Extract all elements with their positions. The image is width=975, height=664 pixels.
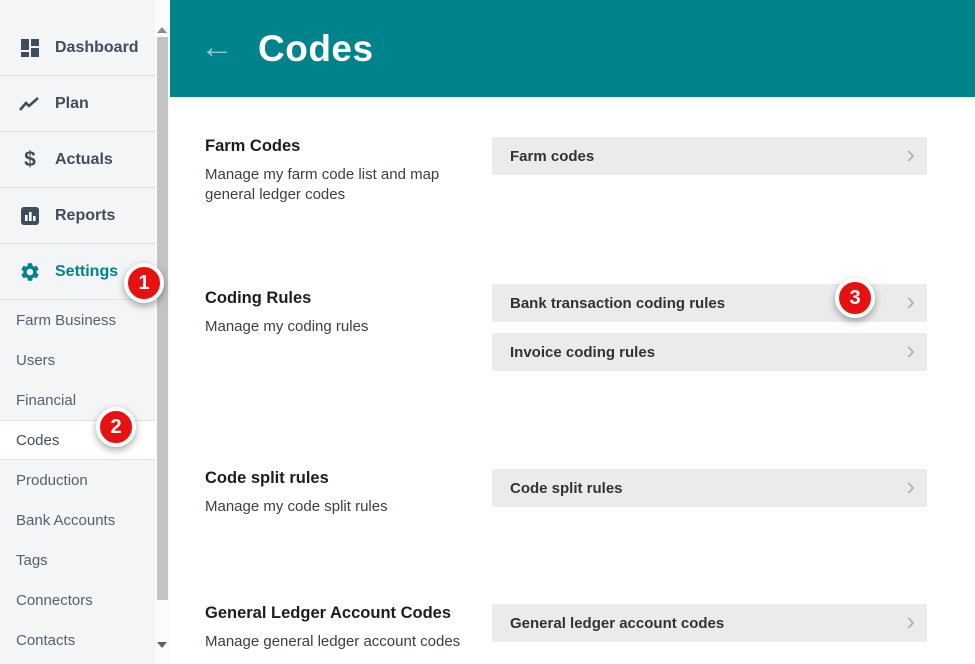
general-ledger-account-codes-button[interactable]: General ledger account codes › <box>492 604 927 642</box>
scrollbar-up-arrow-icon[interactable] <box>157 27 167 33</box>
section-description: Manage my farm code list and map general… <box>205 165 455 205</box>
section-description: Manage general ledger account codes <box>205 632 455 652</box>
section-code-split-rules: Code split rules Manage my code split ru… <box>205 469 455 517</box>
sidebar-item-label: Reports <box>55 207 115 225</box>
scrollbar-thumb[interactable] <box>157 37 168 600</box>
chevron-right-icon: › <box>906 608 915 634</box>
chevron-right-icon: › <box>906 473 915 499</box>
sidebar-item-bank-accounts[interactable]: Bank Accounts <box>0 500 155 540</box>
sidebar-item-tags[interactable]: Tags <box>0 540 155 580</box>
button-label: Invoice coding rules <box>510 344 906 361</box>
code-split-rules-button[interactable]: Code split rules › <box>492 469 927 507</box>
sidebar: Dashboard Plan $ Actuals Reports <box>0 0 155 664</box>
section-heading: Farm Codes <box>205 137 455 156</box>
sidebar-item-farm-business[interactable]: Farm Business <box>0 300 155 340</box>
invoice-coding-rules-button[interactable]: Invoice coding rules › <box>492 333 927 371</box>
page-title: Codes <box>258 28 374 70</box>
section-description: Manage my coding rules <box>205 317 455 337</box>
chevron-right-icon: › <box>906 337 915 363</box>
button-label: Farm codes <box>510 148 906 165</box>
back-arrow-icon[interactable]: ← <box>200 30 234 64</box>
sidebar-item-actuals[interactable]: $ Actuals <box>0 132 155 188</box>
step-badge-1: 1 <box>124 263 164 303</box>
sidebar-item-plan[interactable]: Plan <box>0 76 155 132</box>
settings-subnav: Farm Business Users Financial Codes Prod… <box>0 300 155 660</box>
gear-icon <box>18 261 42 283</box>
button-label: Code split rules <box>510 480 906 497</box>
dollar-icon: $ <box>18 148 42 172</box>
sidebar-scrollbar[interactable] <box>155 0 170 664</box>
step-badge-3: 3 <box>835 278 875 318</box>
sidebar-item-contacts[interactable]: Contacts <box>0 620 155 660</box>
line-chart-icon <box>18 96 42 112</box>
section-heading: General Ledger Account Codes <box>205 604 455 623</box>
step-badge-2: 2 <box>96 407 136 447</box>
sidebar-item-production[interactable]: Production <box>0 460 155 500</box>
sidebar-item-reports[interactable]: Reports <box>0 188 155 244</box>
dashboard-icon <box>18 38 42 58</box>
sidebar-item-connectors[interactable]: Connectors <box>0 580 155 620</box>
page-header: ← Codes <box>170 0 975 97</box>
section-heading: Coding Rules <box>205 289 455 308</box>
section-heading: Code split rules <box>205 469 455 488</box>
sidebar-item-dashboard[interactable]: Dashboard <box>0 20 155 76</box>
sidebar-item-label: Dashboard <box>55 39 139 57</box>
sidebar-item-label: Plan <box>55 95 89 113</box>
farm-codes-button[interactable]: Farm codes › <box>492 137 927 175</box>
section-coding-rules: Coding Rules Manage my coding rules <box>205 289 455 337</box>
bar-chart-icon <box>18 206 42 226</box>
sidebar-item-users[interactable]: Users <box>0 340 155 380</box>
sidebar-item-label: Settings <box>55 263 118 281</box>
button-label: General ledger account codes <box>510 615 906 632</box>
main-content: Farm Codes Manage my farm code list and … <box>170 97 975 664</box>
chevron-right-icon: › <box>906 141 915 167</box>
scrollbar-down-arrow-icon[interactable] <box>157 642 167 648</box>
chevron-right-icon: › <box>906 288 915 314</box>
sidebar-item-label: Actuals <box>55 151 113 169</box>
section-general-ledger-account-codes: General Ledger Account Codes Manage gene… <box>205 604 455 652</box>
section-farm-codes: Farm Codes Manage my farm code list and … <box>205 137 455 205</box>
section-description: Manage my code split rules <box>205 497 455 517</box>
